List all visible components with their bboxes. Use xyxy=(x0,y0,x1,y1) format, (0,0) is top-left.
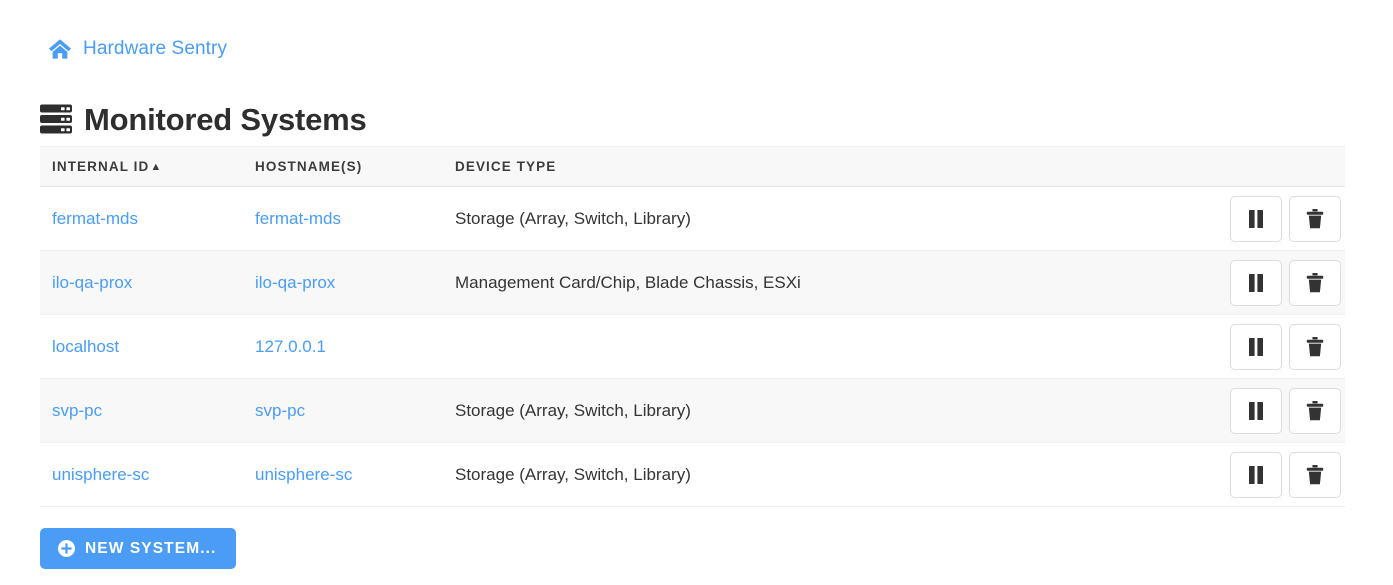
cell-device-type: Storage (Array, Switch, Library) xyxy=(443,378,1213,443)
trash-icon xyxy=(1306,272,1324,293)
plus-circle-icon xyxy=(58,540,75,557)
sort-ascending-icon: ▲ xyxy=(150,161,162,173)
cell-internal-id: fermat-mds xyxy=(40,186,243,251)
row-actions xyxy=(1225,195,1345,242)
link-hostname[interactable]: 127.0.0.1 xyxy=(255,337,326,356)
link-internal-id[interactable]: unisphere-sc xyxy=(52,465,149,484)
row-actions xyxy=(1225,259,1345,306)
link-hostname[interactable]: ilo-qa-prox xyxy=(255,273,335,292)
cell-internal-id: svp-pc xyxy=(40,378,243,443)
cell-device-type: Storage (Array, Switch, Library) xyxy=(443,442,1213,507)
delete-button[interactable] xyxy=(1289,387,1341,434)
column-header-internal-id-label: INTERNAL ID xyxy=(52,159,150,174)
column-header-internal-id[interactable]: INTERNAL ID▲ xyxy=(40,146,243,187)
breadcrumb: Hardware Sentry xyxy=(48,34,227,64)
trash-icon xyxy=(1306,208,1324,229)
link-hostname[interactable]: unisphere-sc xyxy=(255,465,352,484)
cell-hostnames: unisphere-sc xyxy=(243,442,443,507)
breadcrumb-link-hardware-sentry[interactable]: Hardware Sentry xyxy=(83,38,227,60)
table-row: fermat-mds fermat-mds Storage (Array, Sw… xyxy=(40,186,1345,251)
link-internal-id[interactable]: localhost xyxy=(52,337,119,356)
pause-button[interactable] xyxy=(1230,259,1282,306)
delete-button[interactable] xyxy=(1289,195,1341,242)
pause-button[interactable] xyxy=(1230,195,1282,242)
cell-hostnames: svp-pc xyxy=(243,378,443,443)
table-header: INTERNAL ID▲ HOSTNAME(S) DEVICE TYPE xyxy=(40,146,1345,187)
link-internal-id[interactable]: ilo-qa-prox xyxy=(52,273,132,292)
pause-icon xyxy=(1248,209,1264,228)
server-rack-icon xyxy=(40,104,72,134)
pause-icon xyxy=(1248,465,1264,484)
trash-icon xyxy=(1306,336,1324,357)
link-hostname[interactable]: svp-pc xyxy=(255,401,305,420)
delete-button[interactable] xyxy=(1289,451,1341,498)
table-row: unisphere-sc unisphere-sc Storage (Array… xyxy=(40,442,1345,507)
monitored-systems-page: Hardware Sentry Monitored Systems INTERN… xyxy=(0,0,1393,585)
cell-hostnames: 127.0.0.1 xyxy=(243,314,443,379)
pause-button[interactable] xyxy=(1230,387,1282,434)
pause-button[interactable] xyxy=(1230,451,1282,498)
delete-button[interactable] xyxy=(1289,323,1341,370)
column-header-hostnames-label: HOSTNAME(S) xyxy=(255,159,363,174)
page-title: Monitored Systems xyxy=(84,101,367,137)
link-hostname[interactable]: fermat-mds xyxy=(255,209,341,228)
trash-icon xyxy=(1306,400,1324,421)
pause-icon xyxy=(1248,273,1264,292)
trash-icon xyxy=(1306,464,1324,485)
cell-device-type: Management Card/Chip, Blade Chassis, ESX… xyxy=(443,250,1213,315)
pause-icon xyxy=(1248,401,1264,420)
link-internal-id[interactable]: svp-pc xyxy=(52,401,102,420)
new-system-button-label: New System... xyxy=(85,539,217,557)
cell-device-type xyxy=(443,314,1213,379)
cell-actions xyxy=(1213,442,1345,507)
pause-icon xyxy=(1248,337,1264,356)
cell-internal-id: unisphere-sc xyxy=(40,442,243,507)
cell-actions xyxy=(1213,250,1345,315)
row-actions xyxy=(1225,387,1345,434)
table-row: svp-pc svp-pc Storage (Array, Switch, Li… xyxy=(40,378,1345,443)
pause-button[interactable] xyxy=(1230,323,1282,370)
cell-actions xyxy=(1213,378,1345,443)
column-header-device-type[interactable]: DEVICE TYPE xyxy=(443,146,1213,187)
cell-internal-id: localhost xyxy=(40,314,243,379)
column-header-hostnames[interactable]: HOSTNAME(S) xyxy=(243,146,443,187)
table-row: localhost 127.0.0.1 xyxy=(40,314,1345,379)
table-header-row: INTERNAL ID▲ HOSTNAME(S) DEVICE TYPE xyxy=(40,146,1345,187)
cell-device-type: Storage (Array, Switch, Library) xyxy=(443,186,1213,251)
cell-internal-id: ilo-qa-prox xyxy=(40,250,243,315)
link-internal-id[interactable]: fermat-mds xyxy=(52,209,138,228)
table-row: ilo-qa-prox ilo-qa-prox Management Card/… xyxy=(40,250,1345,315)
monitored-systems-table-wrap: INTERNAL ID▲ HOSTNAME(S) DEVICE TYPE fer… xyxy=(40,146,1345,507)
cell-hostnames: ilo-qa-prox xyxy=(243,250,443,315)
table-body: fermat-mds fermat-mds Storage (Array, Sw… xyxy=(40,186,1345,507)
row-actions xyxy=(1225,323,1345,370)
monitored-systems-table: INTERNAL ID▲ HOSTNAME(S) DEVICE TYPE fer… xyxy=(40,146,1345,507)
home-icon[interactable] xyxy=(48,38,72,60)
new-system-button[interactable]: New System... xyxy=(40,528,237,569)
column-header-device-type-label: DEVICE TYPE xyxy=(455,159,557,174)
column-header-actions xyxy=(1213,146,1345,187)
row-actions xyxy=(1225,451,1345,498)
page-title-row: Monitored Systems xyxy=(40,99,367,139)
delete-button[interactable] xyxy=(1289,259,1341,306)
cell-actions xyxy=(1213,186,1345,251)
cell-hostnames: fermat-mds xyxy=(243,186,443,251)
cell-actions xyxy=(1213,314,1345,379)
